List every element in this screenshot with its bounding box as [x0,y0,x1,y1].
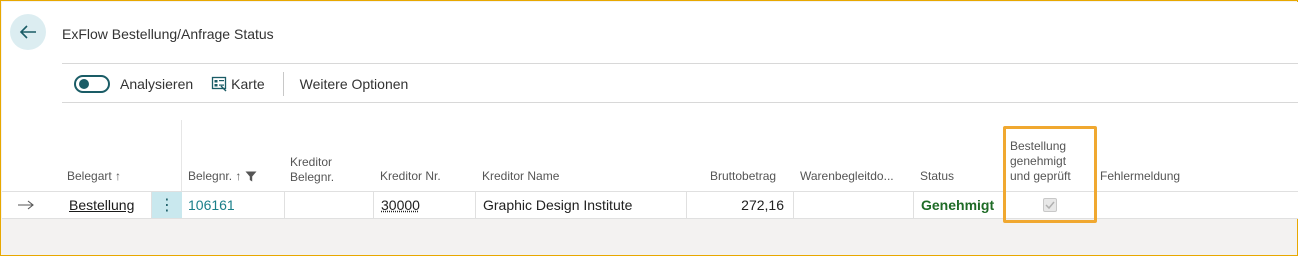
page-title: ExFlow Bestellung/Anfrage Status [62,26,274,42]
more-options-button[interactable]: Weitere Optionen [300,76,409,92]
back-button[interactable] [10,14,46,50]
card-button[interactable]: Karte [211,76,265,92]
divider [62,63,1298,64]
card-icon [212,76,227,92]
divider [62,102,1298,103]
row-divider [2,218,1298,219]
cell-belegnr[interactable]: 106161 [182,192,285,218]
cell-kreditor-belegnr[interactable] [285,192,374,218]
header-bruttobetrag[interactable]: Bruttobetrag [710,169,776,184]
arrow-right-icon [18,200,34,210]
header-warenbegleit[interactable]: Warenbegleitdo... [800,169,894,184]
kreditor-nr-value[interactable]: 30000 [381,197,420,213]
header-kreditor-name[interactable]: Kreditor Name [482,169,559,184]
belegart-link[interactable]: Bestellung [69,197,134,213]
cell-kreditor-nr[interactable]: 30000 [374,192,476,218]
action-separator [282,72,284,96]
arrow-left-icon [19,25,36,39]
filter-icon [245,171,257,182]
header-kreditor-belegnr-line1: Kreditor [290,155,333,169]
action-bar: Analysieren Karte Weitere Optionen [74,72,408,96]
header-belegnr-label: Belegnr. ↑ [188,169,242,183]
highlight-box [1003,126,1097,223]
column-divider [181,120,182,192]
card-label: Karte [231,76,265,92]
cell-bruttobetrag[interactable]: 272,16 [687,192,794,218]
cell-belegart[interactable]: Bestellung [62,192,152,218]
analyze-label: Analysieren [120,76,194,92]
header-kreditor-nr[interactable]: Kreditor Nr. [380,169,441,184]
toggle-switch[interactable] [74,75,110,93]
cell-status: Genehmigt [914,192,1004,218]
row-menu-button[interactable]: ⋮ [152,192,182,218]
header-status[interactable]: Status [920,169,954,184]
cell-kreditor-name[interactable]: Graphic Design Institute [476,192,687,218]
header-kreditor-belegnr-line2: Belegnr. [290,170,335,184]
header-belegart[interactable]: Belegart ↑ [67,169,121,184]
header-belegnr[interactable]: Belegnr. ↑ [188,169,257,184]
analyze-toggle[interactable]: Analysieren [74,75,193,93]
row-indicator [18,192,42,218]
page-content: ExFlow Bestellung/Anfrage Status Analysi… [2,2,1298,219]
header-fehlermeldung[interactable]: Fehlermeldung [1100,169,1180,184]
cell-warenbegleit[interactable] [794,192,914,218]
window-frame: ExFlow Bestellung/Anfrage Status Analysi… [0,0,1298,256]
header-kreditor-belegnr[interactable]: Kreditor Belegnr. [290,155,334,185]
cell-fehlermeldung[interactable] [1100,192,1290,218]
